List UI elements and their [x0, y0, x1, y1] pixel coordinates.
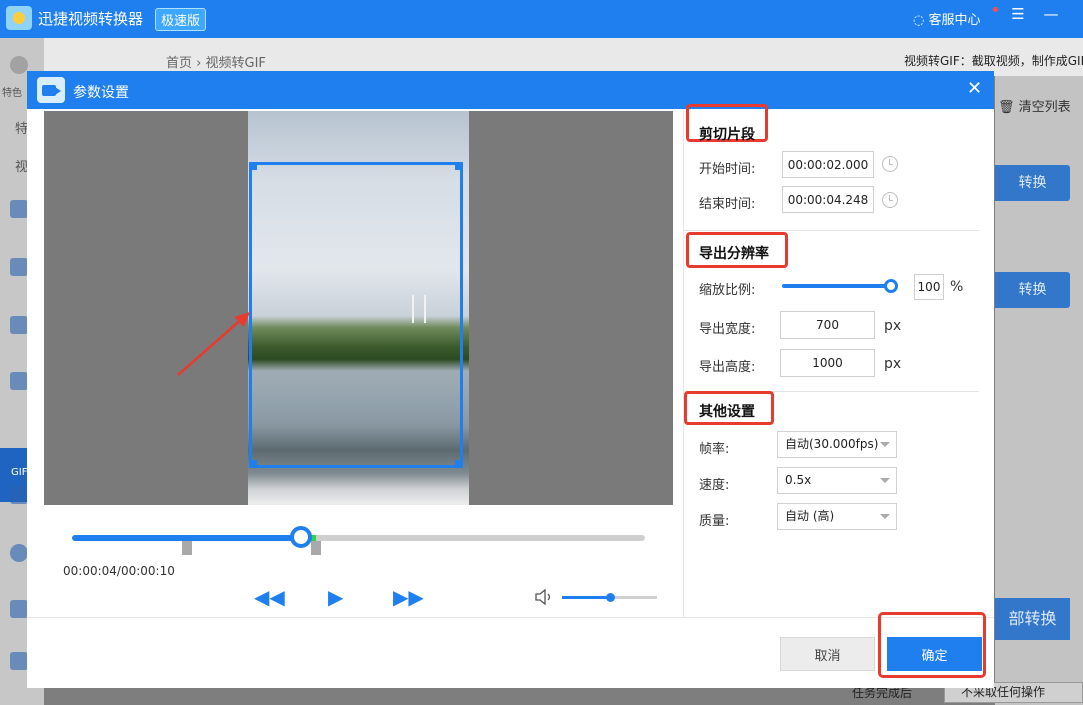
- volume-fill: [562, 596, 610, 599]
- crop-handle-tr[interactable]: [455, 162, 463, 170]
- other-section-title: 其他设置: [699, 404, 755, 420]
- audio-icon[interactable]: [10, 258, 28, 276]
- height-label: 导出高度:: [699, 360, 756, 375]
- width-unit: px: [884, 318, 902, 334]
- fast-forward-icon[interactable]: ▶▶: [393, 586, 424, 608]
- convert-all-button[interactable]: 部转换: [995, 598, 1070, 640]
- chevron-down-icon: [880, 514, 890, 519]
- video-compress-icon[interactable]: [10, 486, 28, 504]
- player-icon[interactable]: [10, 544, 28, 562]
- chat-icon: ◌: [913, 13, 925, 28]
- page-description: 视频转GIF：截取视频，制作成GIF: [904, 54, 1083, 68]
- clear-list-label: 清空列表: [1018, 100, 1071, 115]
- reset-end-icon[interactable]: [882, 192, 898, 208]
- dialog-title: 参数设置: [73, 85, 129, 101]
- convert-button-1[interactable]: 转换: [995, 165, 1070, 201]
- menu-icon[interactable]: ☰: [1007, 5, 1029, 23]
- breadcrumb-home[interactable]: 首页: [166, 56, 192, 71]
- clip-section-title: 剪切片段: [699, 127, 755, 143]
- scale-unit: %: [950, 279, 964, 295]
- star-icon[interactable]: [10, 600, 28, 618]
- scale-slider-knob[interactable]: [884, 279, 898, 293]
- scale-label: 缩放比例:: [699, 283, 756, 298]
- annotation-arrow-icon: [177, 312, 250, 376]
- time-readout: 00:00:04/00:00:10: [63, 564, 175, 578]
- app-logo-icon: [6, 6, 32, 30]
- speed-select[interactable]: 0.5x: [777, 467, 897, 494]
- chevron-down-icon: [880, 442, 890, 447]
- close-icon[interactable]: ✕: [967, 78, 982, 99]
- settings-dialog: 参数设置 ✕ 00:00:04/00:00:10 ◀◀ ▶ ▶▶ 剪切片段 开始…: [27, 71, 994, 688]
- feature-icon[interactable]: [10, 56, 28, 74]
- section-divider: [684, 230, 979, 231]
- volume-knob[interactable]: [605, 593, 615, 602]
- breadcrumb: 首页 › 视频转GIF: [166, 52, 266, 71]
- height-input[interactable]: [780, 349, 875, 377]
- video-split-icon[interactable]: [10, 316, 28, 334]
- customer-service-link[interactable]: ◌ 客服中心: [913, 9, 981, 28]
- play-icon[interactable]: ▶: [328, 586, 343, 608]
- clear-list-button[interactable]: 🗑 清空列表: [998, 96, 1071, 115]
- customer-service-label: 客服中心: [928, 13, 981, 28]
- crop-box[interactable]: [249, 162, 463, 468]
- width-input[interactable]: [780, 311, 875, 339]
- chevron-down-icon: [880, 478, 890, 483]
- footer-divider: [27, 617, 994, 618]
- width-label: 导出宽度:: [699, 322, 756, 337]
- end-time-label: 结束时间:: [699, 197, 756, 212]
- confirm-button[interactable]: 确定: [887, 637, 982, 671]
- sidebar-label-top: 特色: [2, 88, 22, 99]
- speed-value: 0.5x: [785, 473, 812, 487]
- video-preview: [44, 111, 673, 505]
- end-time-input[interactable]: [782, 186, 874, 213]
- convert-button-2[interactable]: 转换: [995, 272, 1070, 308]
- app-title: 迅捷视频转换器: [38, 10, 144, 28]
- resolution-section-title: 导出分辨率: [699, 246, 769, 262]
- start-time-label: 开始时间:: [699, 162, 756, 177]
- breadcrumb-current: 视频转GIF: [205, 56, 266, 71]
- quality-value: 自动 (高): [785, 509, 835, 523]
- tools-icon[interactable]: [10, 652, 28, 670]
- clip-end-marker[interactable]: [310, 541, 321, 555]
- clip-start-marker[interactable]: [181, 541, 192, 555]
- quality-select[interactable]: 自动 (高): [777, 503, 897, 530]
- app-titlebar: 迅捷视频转换器 极速版 ◌ 客服中心 ☰ —: [0, 0, 1083, 38]
- settings-panel: 剪切片段 开始时间: 结束时间: 导出分辨率 缩放比例: % 导出宽度: px …: [683, 104, 979, 618]
- dialog-header: 参数设置 ✕: [27, 71, 994, 109]
- trash-icon: 🗑: [998, 100, 1015, 115]
- video-merge-icon[interactable]: [10, 372, 28, 390]
- video-camera-icon: [37, 77, 65, 103]
- remaining-track[interactable]: [315, 535, 645, 541]
- minimize-icon[interactable]: —: [1040, 5, 1062, 23]
- crop-handle-bl[interactable]: [249, 460, 257, 468]
- cancel-button[interactable]: 取消: [780, 637, 875, 671]
- reset-start-icon[interactable]: [882, 156, 898, 172]
- rewind-icon[interactable]: ◀◀: [254, 586, 285, 608]
- fps-select[interactable]: 自动(30.000fps): [777, 431, 897, 458]
- breadcrumb-separator: ›: [196, 56, 202, 71]
- speed-label: 速度:: [699, 478, 730, 493]
- scale-input[interactable]: [914, 274, 944, 300]
- scale-slider[interactable]: [782, 284, 892, 288]
- playhead-knob[interactable]: [290, 526, 313, 548]
- volume-slider[interactable]: [562, 593, 657, 602]
- start-time-input[interactable]: [782, 151, 874, 178]
- crop-handle-br[interactable]: [455, 460, 463, 468]
- quality-label: 质量:: [699, 514, 730, 529]
- crop-handle-tl[interactable]: [249, 162, 257, 170]
- fps-label: 帧率:: [699, 442, 730, 457]
- player-controls: 00:00:04/00:00:10 ◀◀ ▶ ▶▶: [44, 505, 673, 617]
- gif-label: GIF: [11, 467, 28, 478]
- height-unit: px: [884, 356, 902, 372]
- volume-icon[interactable]: [534, 588, 554, 606]
- app-edition-badge: 极速版: [155, 8, 207, 31]
- fps-value: 自动(30.000fps): [785, 437, 879, 451]
- video-convert-icon[interactable]: [10, 200, 28, 218]
- notification-dot: [993, 7, 998, 12]
